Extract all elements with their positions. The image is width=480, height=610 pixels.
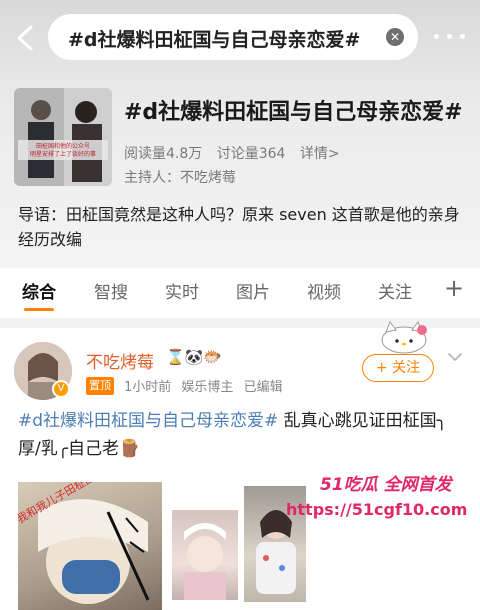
watermark: 51吃瓜 全网首发 https://51cgf10.com <box>286 466 472 526</box>
author-emojis: ⌛🐼🐡 <box>166 348 223 366</box>
post-photo-2 <box>184 523 226 600</box>
tab-realtime[interactable]: 实时 <box>165 278 199 303</box>
cover-caption: 田柾国和他的公众号 <box>36 142 90 150</box>
topic-intro: 导语：田柾国竟然是这种人吗？原来 seven 这首歌是他的亲身经历改编 <box>18 205 460 249</box>
pinned-badge: 置顶 <box>86 377 114 395</box>
active-tab-indicator <box>24 308 54 311</box>
topic-title: #d社爆料田柾国与自己母亲恋爱# <box>124 100 463 125</box>
topic-host: 主持人：不吃烤莓 <box>124 170 236 186</box>
author-name[interactable]: 不吃烤莓 <box>86 348 154 373</box>
topic-cover-image[interactable]: 田柾国和他的公众号 明星安排了上了谈好的事 <box>14 88 112 186</box>
topic-stats: 阅读量4.8万 讨论量364 详情> <box>124 143 350 163</box>
search-query: #d社爆料田柾国与自己母亲恋爱# <box>68 29 361 51</box>
read-count: 阅读量4.8万 <box>124 146 203 162</box>
post-meta: 1小时前 娱乐博主 已编辑 <box>124 376 289 395</box>
post-photo-1: 我和我儿子田柾国 <box>18 482 150 604</box>
tab-smart-search[interactable]: 智搜 <box>94 278 128 303</box>
close-icon[interactable]: ✕ <box>386 28 404 46</box>
watermark-brand: 51吃瓜 全网首发 <box>320 475 452 495</box>
post-hashtag-link[interactable]: #d社爆料田柾国与自己母亲恋爱# <box>18 411 278 431</box>
more-dot-icon <box>447 34 452 39</box>
edited-label: 已编辑 <box>243 380 283 395</box>
tab-images[interactable]: 图片 <box>236 278 270 303</box>
details-link[interactable]: 详情> <box>300 146 340 162</box>
tab-videos[interactable]: 视频 <box>307 278 341 303</box>
cover-caption-2: 明星安排了上了谈好的事 <box>30 150 96 158</box>
verified-badge-icon: V <box>52 380 70 398</box>
more-dot-icon <box>460 34 465 39</box>
discussion-count: 讨论量364 <box>216 146 286 162</box>
tab-bar: 综合 智搜 实时 图片 视频 关注 + <box>0 268 480 314</box>
post-image-2[interactable] <box>172 510 238 600</box>
tab-comprehensive[interactable]: 综合 <box>22 278 56 303</box>
topic-header: #d社爆料田柾国与自己母亲恋爱# ✕ 田柾国和他的公众号 明星安排了上了谈好的事… <box>0 0 480 268</box>
follow-button[interactable]: + 关注 <box>362 354 434 382</box>
add-tab-icon[interactable]: + <box>444 274 464 302</box>
post-text: #d社爆料田柾国与自己母亲恋爱# 乱真心跳见证田柾国╮厚/乳╭自己老🪵 <box>18 407 466 463</box>
more-button[interactable] <box>432 26 468 46</box>
back-arrow-icon <box>17 25 33 51</box>
watermark-url: https://51cgf10.com <box>286 500 468 519</box>
post-image-1[interactable]: 我和我儿子田柾国 <box>18 482 162 610</box>
hello-kitty-icon <box>381 320 427 354</box>
back-button[interactable] <box>10 22 42 54</box>
tab-following[interactable]: 关注 <box>378 278 412 303</box>
cover-photo: 田柾国和他的公众号 明星安排了上了谈好的事 <box>14 88 112 186</box>
top-bar: #d社爆料田柾国与自己母亲恋爱# ✕ <box>0 0 480 76</box>
chevron-down-icon[interactable] <box>446 348 464 366</box>
author-role: 娱乐博主 <box>181 380 234 395</box>
search-input[interactable]: #d社爆料田柾国与自己母亲恋爱# ✕ <box>48 14 418 60</box>
more-dot-icon <box>434 34 439 39</box>
post-time: 1小时前 <box>124 380 172 395</box>
